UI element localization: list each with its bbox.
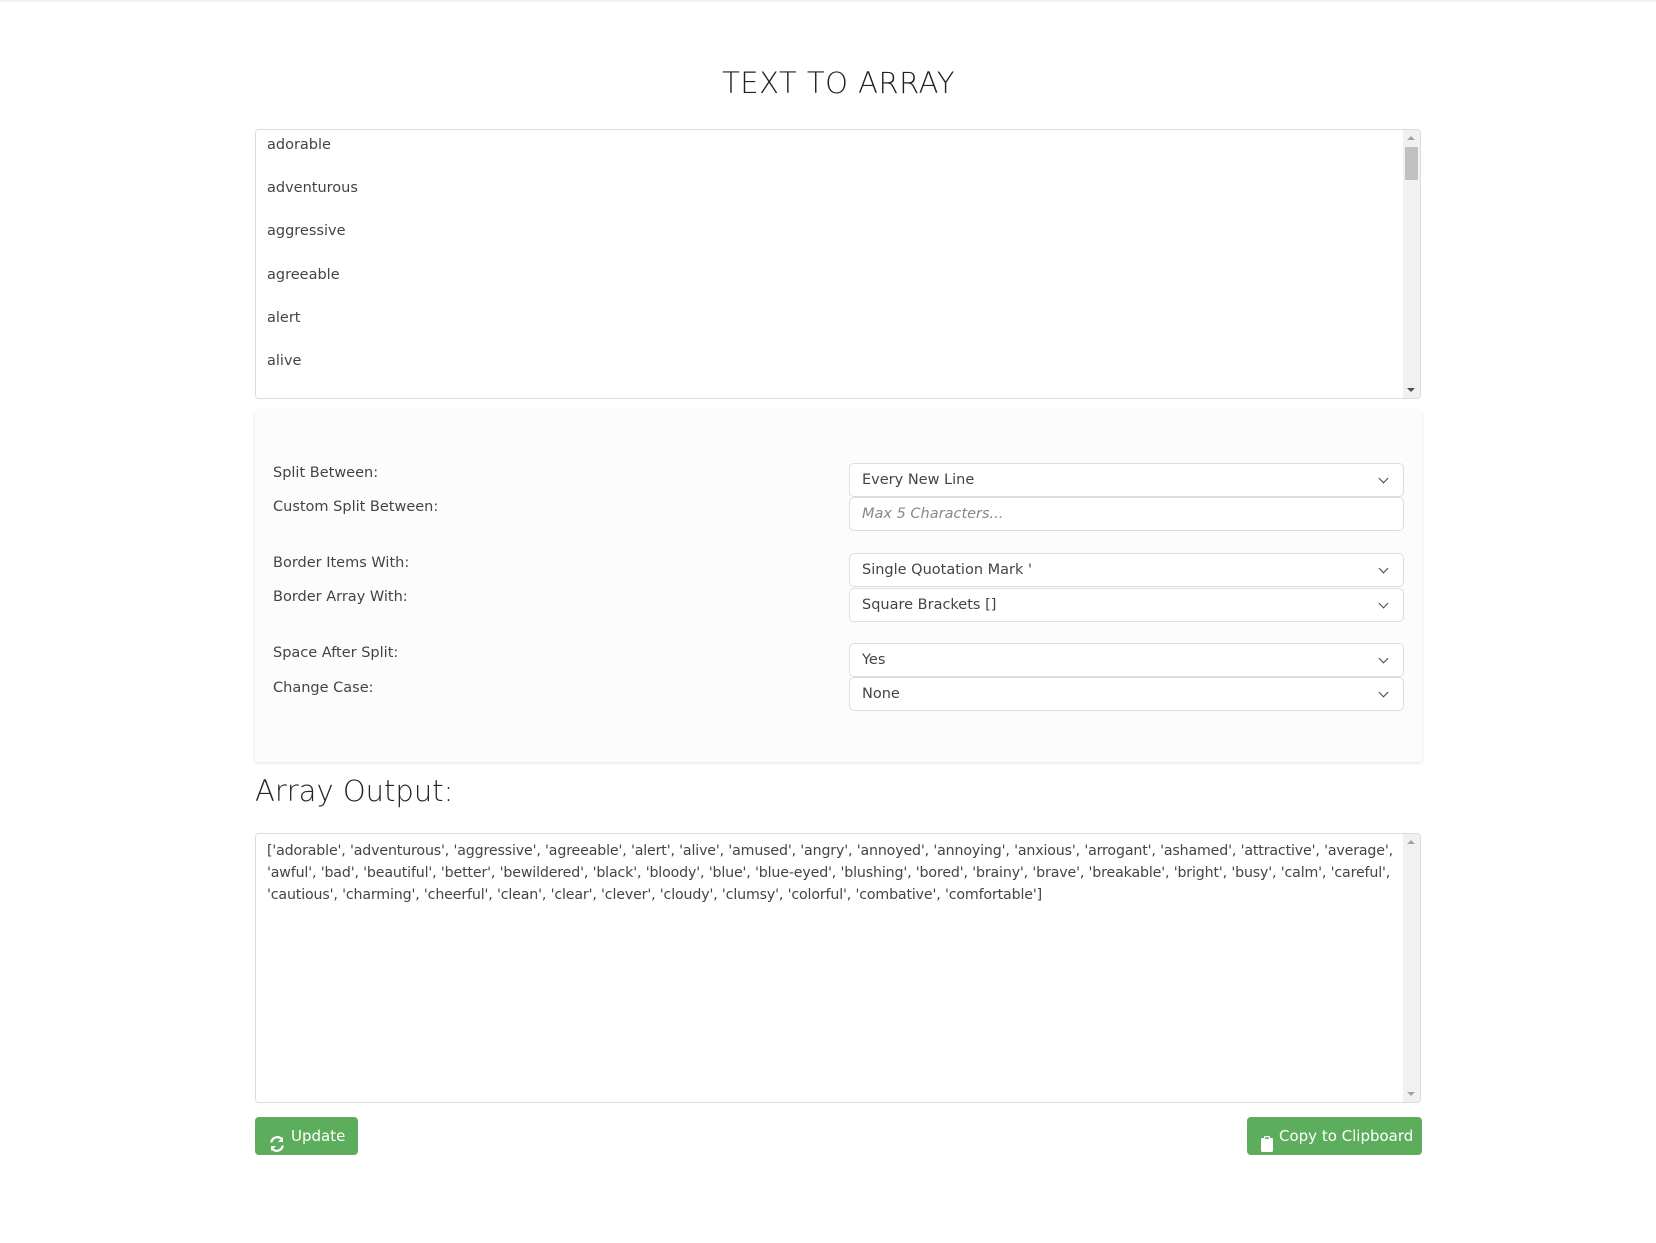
scroll-up-arrow-icon[interactable]	[1407, 840, 1415, 844]
input-line: alive	[267, 352, 302, 369]
scrollbar-thumb[interactable]	[1405, 147, 1418, 180]
page-title: TEXT TO ARRAY	[722, 66, 955, 100]
options-panel: Split Between: Every New Line Custom Spl…	[255, 411, 1422, 762]
border-items-value: Single Quotation Mark '	[862, 562, 1032, 578]
space-after-split-select[interactable]: Yes	[849, 643, 1404, 677]
copy-to-clipboard-button[interactable]: Copy to Clipboard	[1247, 1117, 1422, 1155]
copy-label: Copy to Clipboard	[1279, 1127, 1414, 1145]
refresh-icon	[269, 1128, 285, 1166]
clipboard-icon	[1261, 1128, 1273, 1166]
output-line: 'cautious', 'charming', 'cheerful', 'cle…	[267, 887, 1042, 903]
top-border	[0, 0, 1656, 2]
chevron-down-icon	[1378, 653, 1389, 664]
output-line: 'awful', 'bad', 'beautiful', 'better', '…	[267, 865, 1391, 881]
scroll-up-arrow-icon[interactable]	[1407, 136, 1415, 140]
output-line: ['adorable', 'adventurous', 'aggressive'…	[267, 843, 1393, 859]
space-after-split-label: Space After Split:	[273, 645, 399, 661]
output-scrollbar[interactable]	[1403, 834, 1420, 1102]
input-textarea[interactable]: adorable adventurous aggressive agreeabl…	[255, 129, 1421, 399]
input-line: adorable	[267, 137, 331, 153]
output-textarea[interactable]: ['adorable', 'adventurous', 'aggressive'…	[255, 833, 1421, 1103]
split-between-select[interactable]: Every New Line	[849, 463, 1404, 497]
border-array-value: Square Brackets []	[862, 597, 997, 613]
input-line: alert	[267, 309, 301, 326]
border-items-select[interactable]: Single Quotation Mark '	[849, 553, 1404, 587]
scroll-down-arrow-icon[interactable]	[1407, 1092, 1415, 1096]
border-array-select[interactable]: Square Brackets []	[849, 588, 1404, 622]
update-button[interactable]: Update	[255, 1117, 358, 1155]
change-case-value: None	[862, 686, 900, 702]
chevron-down-icon	[1378, 563, 1389, 574]
space-after-split-value: Yes	[862, 652, 886, 668]
change-case-label: Change Case:	[273, 680, 374, 696]
split-between-label: Split Between:	[273, 465, 379, 481]
chevron-down-icon	[1378, 598, 1389, 609]
border-array-label: Border Array With:	[273, 589, 408, 605]
chevron-down-icon	[1378, 473, 1389, 484]
chevron-down-icon	[1378, 687, 1389, 698]
input-line: adventurous	[267, 180, 358, 197]
split-between-value: Every New Line	[862, 472, 975, 488]
custom-split-label: Custom Split Between:	[273, 499, 439, 515]
border-items-label: Border Items With:	[273, 555, 410, 571]
scroll-down-arrow-icon[interactable]	[1407, 388, 1415, 392]
input-line: aggressive	[267, 223, 346, 240]
change-case-select[interactable]: None	[849, 677, 1404, 711]
update-label: Update	[291, 1127, 346, 1145]
output-heading: Array Output:	[255, 774, 454, 808]
input-line: agreeable	[267, 266, 340, 283]
input-scrollbar[interactable]	[1403, 130, 1420, 398]
custom-split-input[interactable]: Max 5 Characters...	[849, 497, 1404, 531]
